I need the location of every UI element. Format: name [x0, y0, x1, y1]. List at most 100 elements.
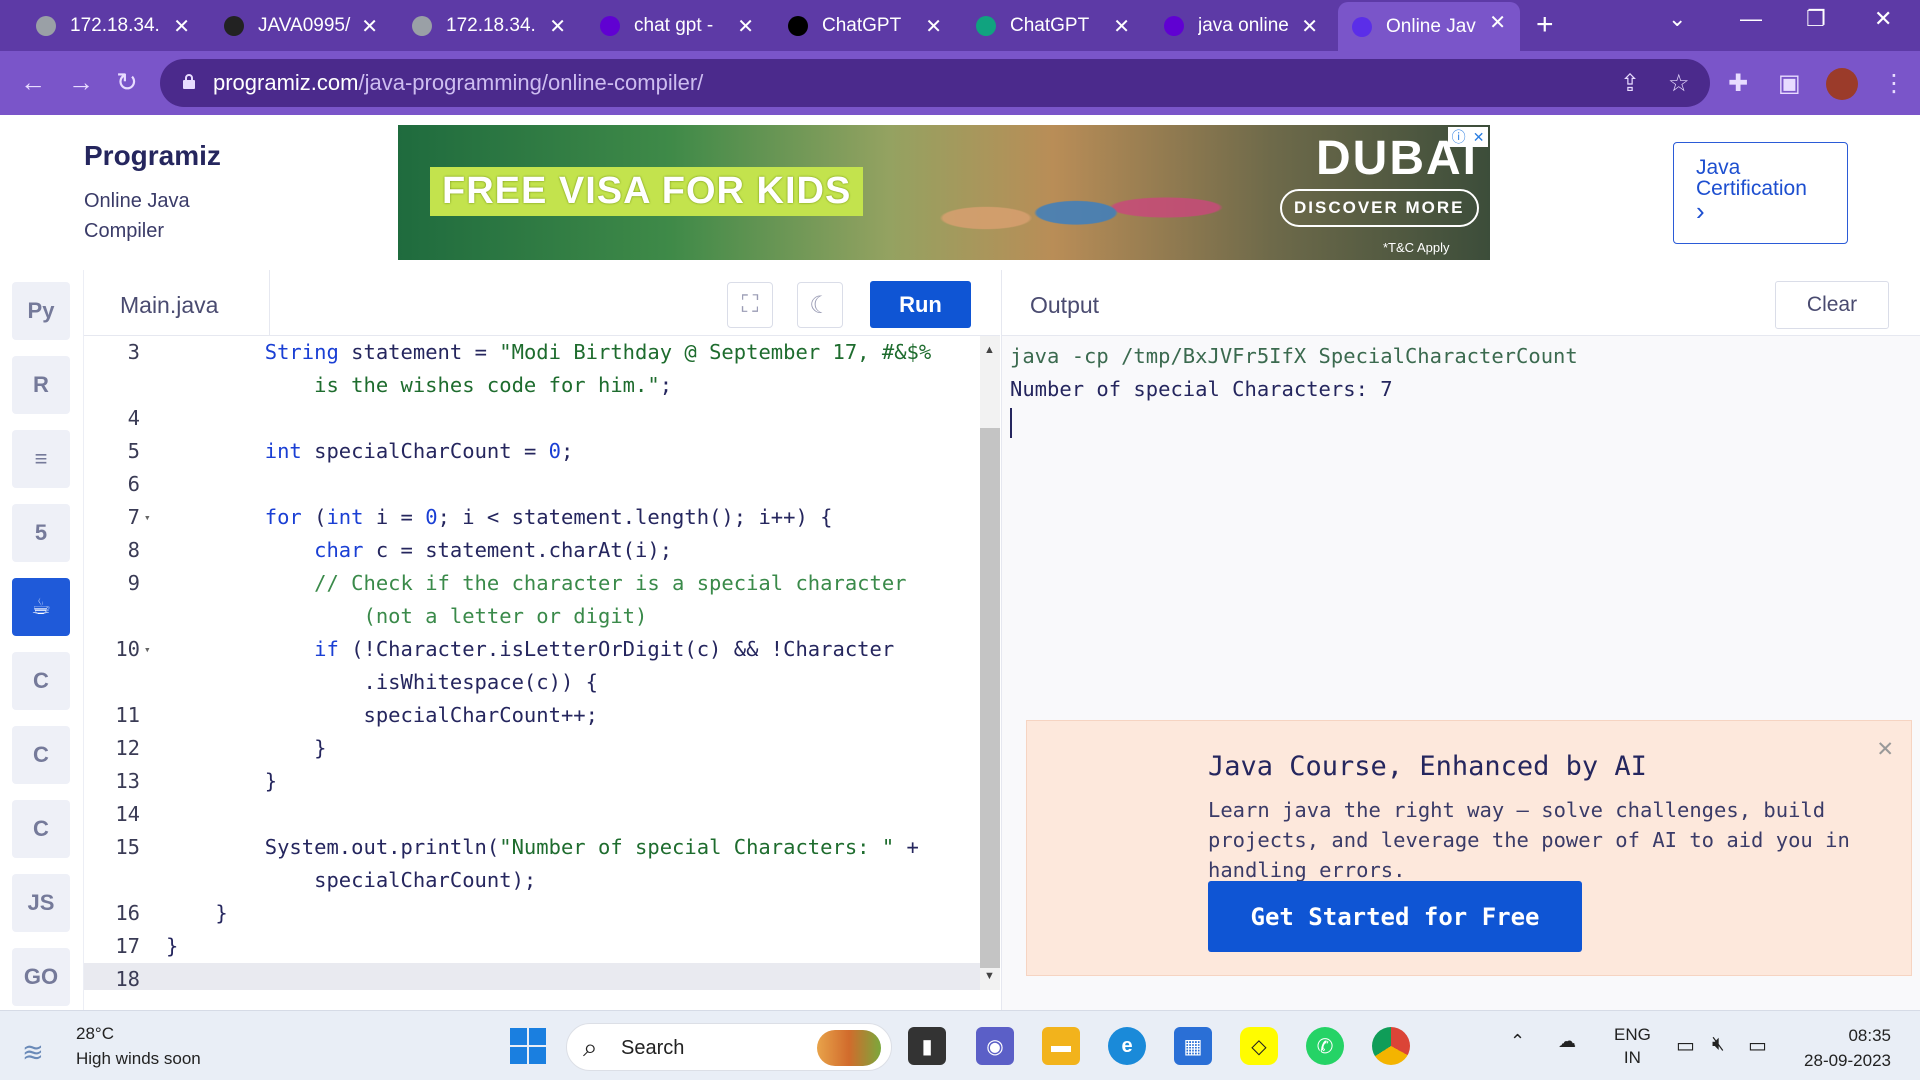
scroll-up-icon[interactable]: ▲	[984, 344, 995, 356]
language-cpp-icon[interactable]: C	[12, 726, 70, 784]
share-icon[interactable]: ⇪	[1620, 69, 1640, 98]
chrome-icon[interactable]	[1372, 1027, 1410, 1065]
language-go-icon[interactable]: GO	[12, 948, 70, 1006]
close-tab-icon[interactable]: ✕	[737, 14, 754, 39]
code-line[interactable]: 14	[84, 798, 980, 831]
clock[interactable]: 08:35 28-09-2023	[1796, 1023, 1891, 1073]
browser-tab[interactable]: 172.18.34. ✕	[22, 6, 204, 45]
code-line[interactable]: 10 ▾ if (!Character.isLetterOrDigit(c) &&…	[84, 633, 980, 666]
task-view-icon[interactable]: ▮	[908, 1027, 946, 1065]
java-certification-button[interactable]: Java Certification ›	[1673, 142, 1848, 244]
close-tab-icon[interactable]: ✕	[1113, 14, 1130, 39]
code-line[interactable]: 5 int specialCharCount = 0;	[84, 435, 980, 468]
code-line[interactable]: 8 char c = statement.charAt(i);	[84, 534, 980, 567]
fold-toggle-icon[interactable]: ▾	[144, 501, 151, 534]
close-tab-icon[interactable]: ✕	[549, 14, 566, 39]
code-line[interactable]: 18	[84, 963, 980, 990]
forward-button[interactable]: →	[68, 67, 94, 98]
whatsapp-icon[interactable]: ✆	[1306, 1027, 1344, 1065]
close-tab-icon[interactable]: ✕	[925, 14, 942, 39]
ad-cta-button[interactable]: DISCOVER MORE	[1280, 189, 1479, 227]
browser-tab[interactable]: ChatGPT ✕	[774, 6, 956, 45]
menu-icon[interactable]: ⋮	[1882, 69, 1906, 98]
code-line[interactable]: 12 }	[84, 732, 980, 765]
language-c-icon[interactable]: C	[12, 652, 70, 710]
browser-tab[interactable]: ChatGPT ✕	[962, 6, 1144, 45]
dark-mode-button[interactable]: ☾	[797, 282, 843, 328]
code-line[interactable]: 13 }	[84, 765, 980, 798]
close-window-button[interactable]: ✕	[1874, 6, 1892, 32]
get-started-button[interactable]: Get Started for Free	[1208, 881, 1582, 952]
file-tab[interactable]: Main.java	[84, 270, 270, 336]
code-line[interactable]: 6	[84, 468, 980, 501]
language-js-icon[interactable]: JS	[12, 874, 70, 932]
restore-button[interactable]: ❐	[1806, 6, 1826, 32]
speaker-muted-icon[interactable]: 🔇︎	[1712, 1033, 1725, 1056]
weather-widget[interactable]: 28°C High winds soon	[76, 1021, 201, 1071]
language-java-icon[interactable]: ☕	[12, 578, 70, 636]
battery-icon[interactable]: ▭	[1748, 1033, 1767, 1058]
close-tab-icon[interactable]: ✕	[1301, 14, 1318, 39]
ad-choices[interactable]: ⓘ ✕	[1448, 127, 1488, 147]
fullscreen-button[interactable]: ⛶	[727, 282, 773, 328]
side-panel-icon[interactable]: ▣	[1778, 69, 1801, 98]
close-tab-icon[interactable]: ✕	[173, 14, 190, 39]
system-tray[interactable]: ⌃ ☁	[1510, 1031, 1576, 1052]
tab-search-icon[interactable]: ⌄	[1668, 6, 1686, 32]
language-html-icon[interactable]: 5	[12, 504, 70, 562]
code-line[interactable]: 11 specialCharCount++;	[84, 699, 980, 732]
new-tab-button[interactable]: +	[1536, 8, 1554, 42]
back-button[interactable]: ←	[20, 67, 46, 98]
run-button[interactable]: Run	[870, 281, 971, 328]
programiz-logo[interactable]: Programiz	[84, 140, 221, 172]
close-icon[interactable]: ✕	[1877, 733, 1893, 763]
reload-button[interactable]: ↻	[116, 67, 138, 98]
ad-info-icon[interactable]: ⓘ	[1452, 127, 1466, 147]
scrollbar-thumb[interactable]	[980, 428, 1000, 968]
browser-tab[interactable]: java online ✕	[1150, 6, 1332, 45]
browser-tab[interactable]: chat gpt - ✕	[586, 6, 768, 45]
language-python-icon[interactable]: Py	[12, 282, 70, 340]
close-tab-icon[interactable]: ✕	[361, 14, 378, 39]
language-sql-icon[interactable]: ≡	[12, 430, 70, 488]
file-explorer-icon[interactable]: ▬	[1042, 1027, 1080, 1065]
code-line[interactable]: 17}	[84, 930, 980, 963]
code-line[interactable]: is the wishes code for him.";	[84, 369, 980, 402]
browser-tab[interactable]: JAVA0995/ ✕	[210, 6, 392, 45]
extensions-icon[interactable]: ✚	[1728, 69, 1748, 98]
code-line[interactable]: 15 System.out.println("Number of special…	[84, 831, 980, 864]
language-csharp-icon[interactable]: C	[12, 800, 70, 858]
windows-start-icon[interactable]	[510, 1028, 546, 1064]
code-line[interactable]: 3 String statement = "Modi Birthday @ Se…	[84, 336, 980, 369]
bookmark-star-icon[interactable]: ☆	[1668, 69, 1690, 98]
chevron-up-icon[interactable]: ⌃	[1510, 1031, 1525, 1051]
microsoft-store-icon[interactable]: ▦	[1174, 1027, 1212, 1065]
code-line[interactable]: specialCharCount);	[84, 864, 980, 897]
ad-close-icon[interactable]: ✕	[1473, 129, 1485, 146]
edge-browser-icon[interactable]: e	[1108, 1027, 1146, 1065]
code-line[interactable]: (not a letter or digit)	[84, 600, 980, 633]
code-line[interactable]: 9 // Check if the character is a special…	[84, 567, 980, 600]
taskbar-search[interactable]: ⌕ Search	[566, 1023, 892, 1071]
close-tab-icon[interactable]: ✕	[1489, 10, 1506, 35]
snapchat-icon[interactable]: ◇	[1240, 1027, 1278, 1065]
code-editor[interactable]: 3 String statement = "Modi Birthday @ Se…	[84, 336, 980, 990]
network-icon[interactable]: ▭	[1676, 1033, 1695, 1058]
browser-tab[interactable]: 172.18.34. ✕	[398, 6, 580, 45]
onedrive-icon[interactable]: ☁	[1558, 1031, 1576, 1051]
clear-button[interactable]: Clear	[1775, 281, 1889, 329]
address-bar[interactable]: programiz.com/java-programming/online-co…	[160, 59, 1710, 107]
advertisement-banner[interactable]: FREE VISA FOR KIDS DUBAI DISCOVER MORE *…	[398, 125, 1490, 260]
minimize-button[interactable]: —	[1740, 6, 1762, 32]
browser-tab[interactable]: Online Jav ✕	[1338, 2, 1520, 51]
output-console[interactable]: java -cp /tmp/BxJVFr5IfX SpecialCharacte…	[1001, 336, 1920, 1010]
code-line[interactable]: 7 ▾ for (int i = 0; i < statement.length(…	[84, 501, 980, 534]
profile-avatar[interactable]	[1826, 68, 1858, 100]
code-line[interactable]: 4	[84, 402, 980, 435]
scroll-down-icon[interactable]: ▼	[984, 970, 995, 982]
code-line[interactable]: .isWhitespace(c)) {	[84, 666, 980, 699]
language-r-icon[interactable]: R	[12, 356, 70, 414]
fold-toggle-icon[interactable]: ▾	[144, 633, 151, 666]
editor-scrollbar[interactable]: ▲ ▼	[980, 336, 1000, 990]
teams-chat-icon[interactable]: ◉	[976, 1027, 1014, 1065]
